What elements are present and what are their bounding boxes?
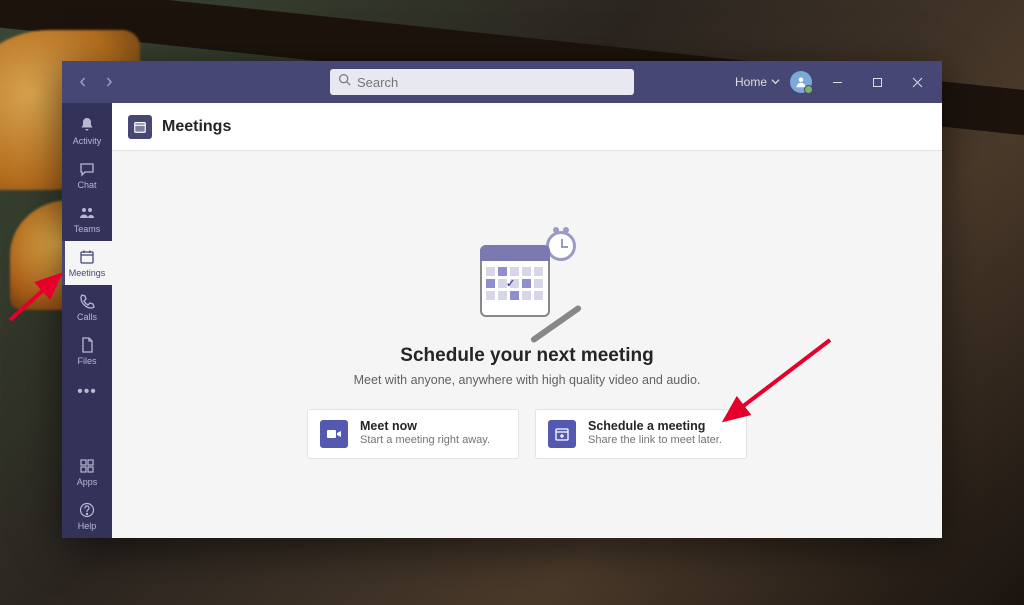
search-input[interactable] [357, 75, 626, 90]
calendar-add-icon [548, 420, 576, 448]
avatar[interactable] [790, 71, 812, 93]
content-header: Meetings [112, 103, 942, 151]
schedule-meeting-button[interactable]: Schedule a meeting Share the link to mee… [535, 409, 747, 459]
calendar-illustration: ✓ [472, 231, 582, 331]
action-title: Meet now [360, 419, 490, 435]
search-box[interactable] [330, 69, 634, 95]
sidebar-item-label: Chat [77, 180, 96, 190]
chevron-down-icon [771, 75, 780, 89]
sidebar-item-teams[interactable]: Teams [62, 197, 112, 241]
page-title: Meetings [162, 118, 231, 136]
empty-state: ✓ Schedule your next meeting Meet with a… [112, 151, 942, 538]
sidebar-item-apps[interactable]: Apps [62, 450, 112, 494]
empty-state-subtitle: Meet with anyone, anywhere with high qua… [354, 373, 701, 387]
app-window: Home Activi [62, 61, 942, 538]
sidebar-item-files[interactable]: Files [62, 329, 112, 373]
video-icon [320, 420, 348, 448]
sidebar-item-label: Files [77, 356, 96, 366]
file-icon [78, 336, 96, 354]
meet-now-button[interactable]: Meet now Start a meeting right away. [307, 409, 519, 459]
sidebar-item-calls[interactable]: Calls [62, 285, 112, 329]
org-label: Home [735, 75, 767, 89]
bell-icon [78, 116, 96, 134]
org-dropdown[interactable]: Home [735, 75, 780, 89]
forward-button[interactable] [98, 71, 120, 93]
chat-icon [78, 160, 96, 178]
minimize-button[interactable] [822, 70, 852, 94]
search-icon [338, 73, 351, 91]
help-icon [78, 501, 96, 519]
action-subtitle: Share the link to meet later. [588, 434, 722, 448]
sidebar-item-activity[interactable]: Activity [62, 109, 112, 153]
titlebar: Home [62, 61, 942, 103]
sidebar-item-label: Activity [73, 136, 102, 146]
sidebar-item-chat[interactable]: Chat [62, 153, 112, 197]
action-subtitle: Start a meeting right away. [360, 434, 490, 448]
sidebar-more-button[interactable]: ••• [77, 373, 97, 411]
action-title: Schedule a meeting [588, 419, 722, 435]
sidebar-item-label: Teams [74, 224, 101, 234]
sidebar-item-meetings[interactable]: Meetings [62, 241, 112, 285]
phone-icon [78, 292, 96, 310]
sidebar-item-label: Calls [77, 312, 97, 322]
content-area: Meetings ✓ Schedule your next meeting [112, 103, 942, 538]
calendar-icon [128, 115, 152, 139]
teams-icon [78, 204, 96, 222]
sidebar-item-label: Apps [77, 477, 98, 487]
sidebar: Activity Chat Teams Meetings [62, 103, 112, 538]
back-button[interactable] [72, 71, 94, 93]
sidebar-item-label: Meetings [69, 268, 106, 278]
calendar-icon [78, 248, 96, 266]
sidebar-item-label: Help [78, 521, 97, 531]
person-icon [795, 76, 807, 88]
close-button[interactable] [902, 70, 932, 94]
empty-state-title: Schedule your next meeting [400, 345, 653, 367]
apps-icon [78, 457, 96, 475]
maximize-button[interactable] [862, 70, 892, 94]
sidebar-item-help[interactable]: Help [62, 494, 112, 538]
